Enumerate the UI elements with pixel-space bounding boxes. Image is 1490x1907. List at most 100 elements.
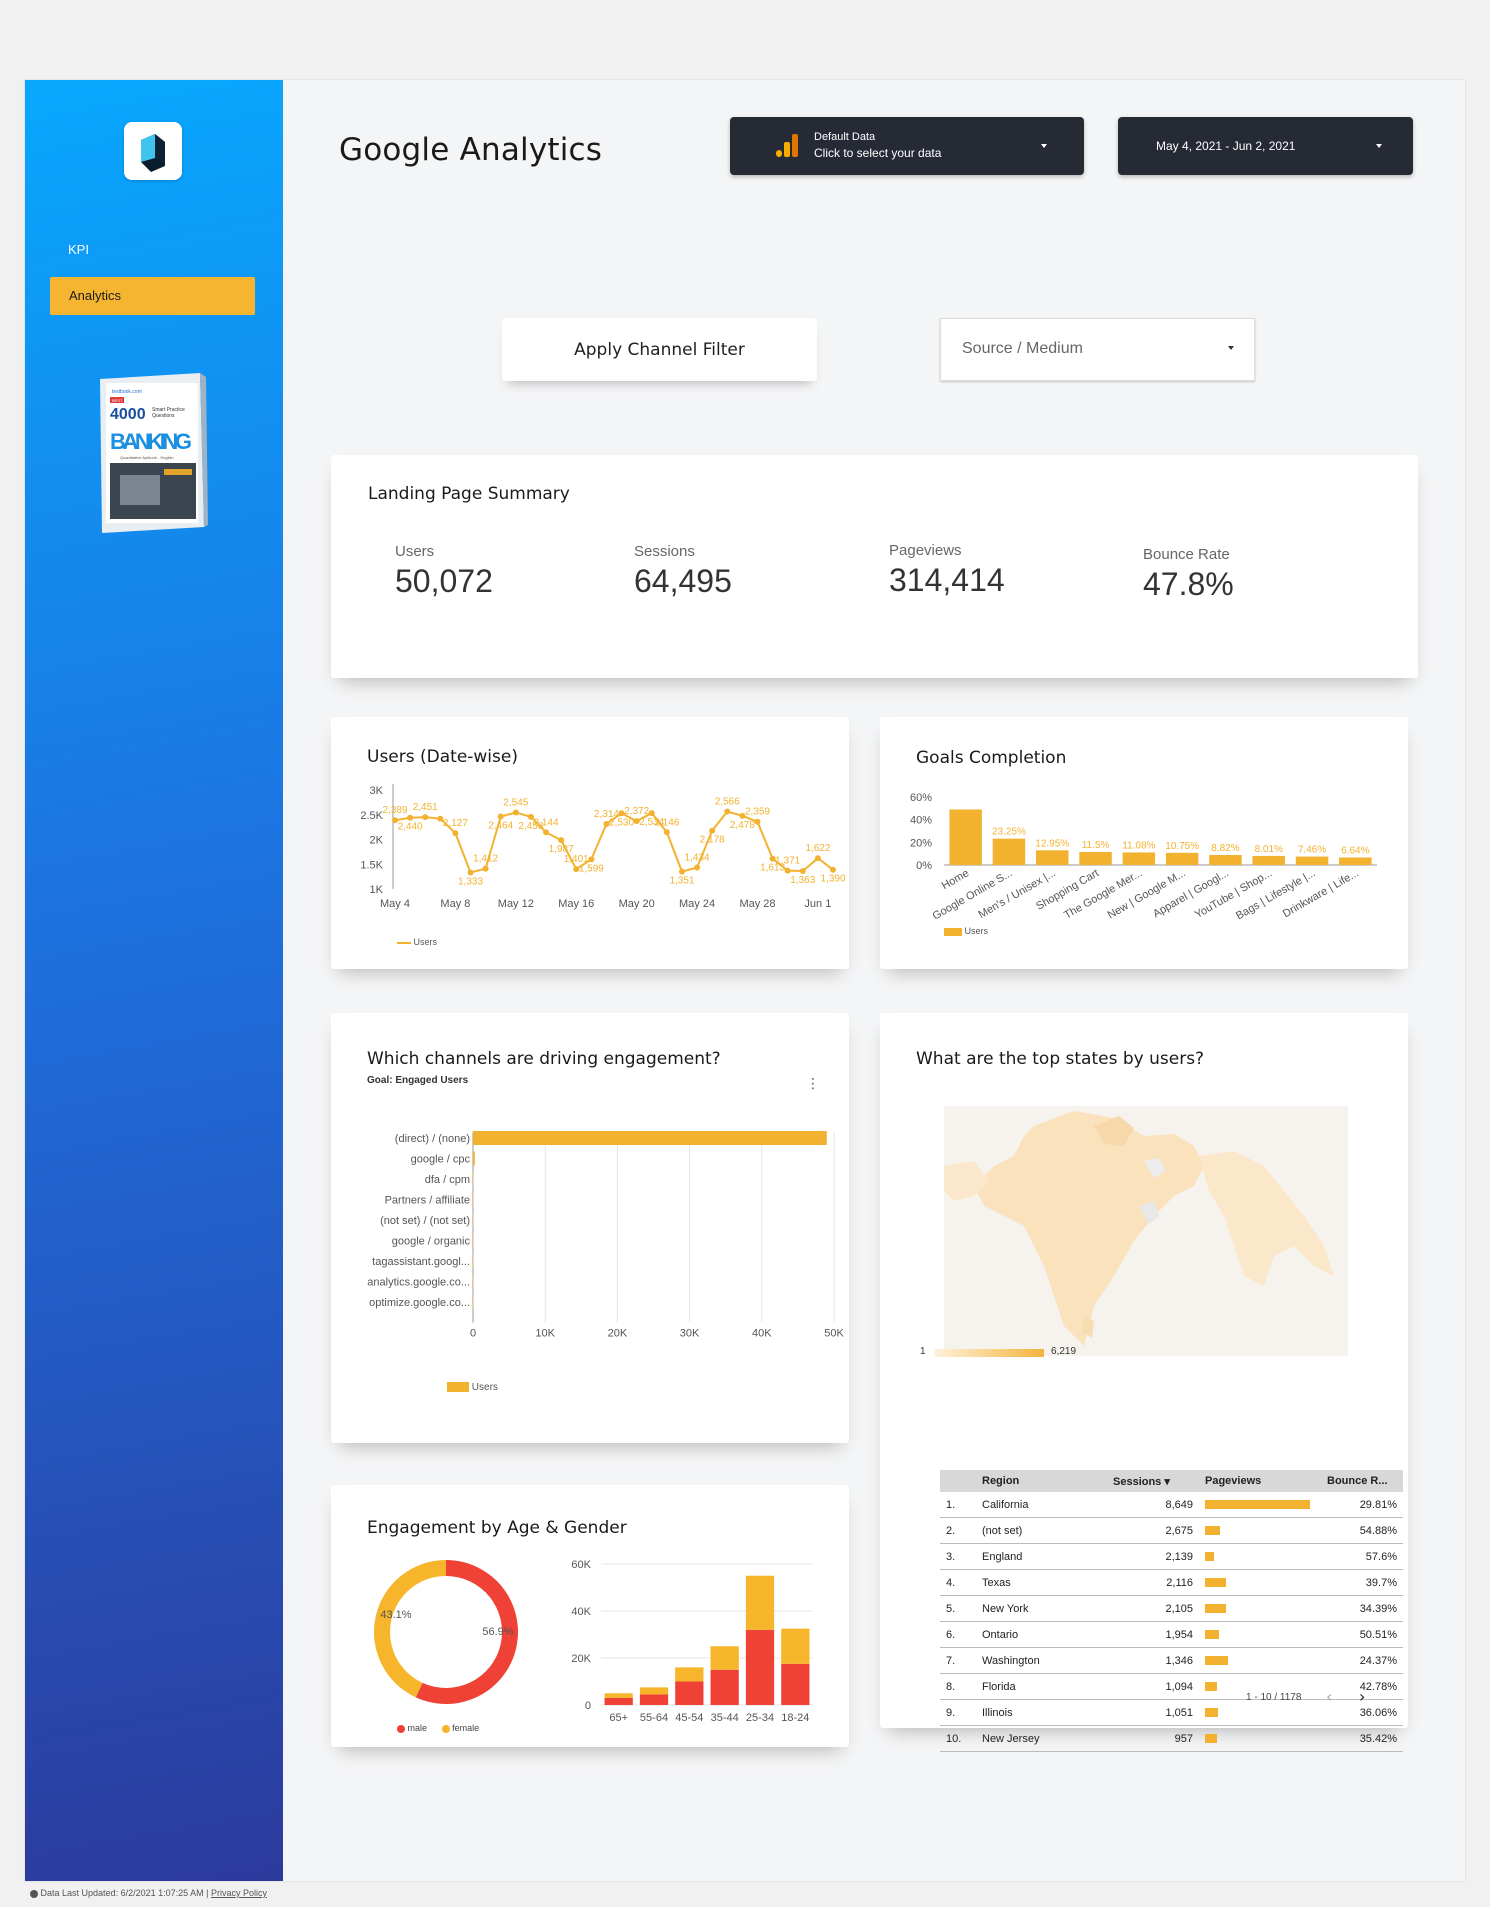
age-stacked-bar-chart[interactable]: 0 20K 40K 60K 65+ 55-64 45-54 35-44 25-34 18-24 bbox=[531, 1545, 831, 1745]
x-tick-label: May 12 bbox=[498, 898, 534, 910]
apply-channel-filter-button[interactable]: Apply Channel Filter bbox=[502, 318, 817, 381]
row-region: New York bbox=[976, 1595, 1107, 1622]
x-tick-label: Home bbox=[940, 867, 971, 892]
x-tick-label: 18-24 bbox=[781, 1712, 809, 1724]
x-tick-label: Bags | Lifestyle |... bbox=[1234, 867, 1317, 922]
row-pageviews bbox=[1199, 1725, 1321, 1752]
goal-bar bbox=[1339, 857, 1372, 865]
dropdown-label: Source / Medium bbox=[962, 340, 1083, 357]
table-row[interactable]: 4. Texas 2,116 39.7% bbox=[940, 1569, 1403, 1596]
pagination-label: 1 - 10 / 1178 bbox=[1246, 1692, 1302, 1703]
table-row[interactable]: 6. Ontario 1,954 50.51% bbox=[940, 1621, 1403, 1648]
table-row[interactable]: 5. New York 2,105 34.39% bbox=[940, 1595, 1403, 1622]
metric-pageviews-value: 314,414 bbox=[889, 562, 1005, 598]
users-datewise-card: Users (Date-wise) 1K 1.5K 2K 2.5K 3K May 4 May… bbox=[331, 717, 849, 969]
data-label: 1,390 bbox=[820, 874, 845, 885]
x-tick-label: May 20 bbox=[619, 898, 655, 910]
row-region: (not set) bbox=[976, 1517, 1107, 1544]
book-title: BANKING bbox=[110, 429, 192, 454]
y-tick-label: 60K bbox=[571, 1559, 591, 1571]
data-label: 1,599 bbox=[579, 863, 604, 874]
data-point bbox=[543, 829, 550, 836]
sidebar-item-analytics[interactable]: Analytics bbox=[50, 277, 255, 315]
row-sessions: 1,051 bbox=[1107, 1699, 1199, 1726]
data-label: 8.82% bbox=[1211, 843, 1239, 854]
data-label: 1,371 bbox=[775, 856, 800, 867]
data-label: 1,622 bbox=[805, 843, 830, 854]
data-point bbox=[648, 810, 655, 817]
privacy-policy-link[interactable]: Privacy Policy bbox=[211, 1888, 267, 1898]
goal-bar bbox=[1122, 852, 1156, 865]
category-label: dfa / cpm bbox=[425, 1174, 470, 1186]
channels-engagement-card: Which channels are driving engagement? G… bbox=[331, 1013, 849, 1443]
users-legend: Users bbox=[397, 937, 437, 947]
data-label: 2,389 bbox=[382, 805, 407, 816]
row-sessions: 2,139 bbox=[1107, 1543, 1199, 1570]
pageviews-bar bbox=[1205, 1526, 1220, 1535]
users-line-chart[interactable]: 1K 1.5K 2K 2.5K 3K May 4 May 8 May 12 May 16 May … bbox=[331, 717, 849, 969]
table-row[interactable]: 3. England 2,139 57.6% bbox=[940, 1543, 1403, 1570]
table-header-sessions[interactable]: Sessions ▾ bbox=[1107, 1470, 1199, 1492]
table-row[interactable]: 1. California 8,649 29.81% bbox=[940, 1492, 1403, 1518]
states-map[interactable] bbox=[944, 1106, 1348, 1356]
goal-bar bbox=[1209, 855, 1242, 865]
row-pageviews bbox=[1199, 1543, 1321, 1570]
row-index: 10. bbox=[940, 1725, 976, 1752]
prev-page-icon[interactable]: ‹ bbox=[1326, 1687, 1332, 1706]
row-pageviews bbox=[1199, 1647, 1321, 1674]
table-row[interactable]: 7. Washington 1,346 24.37% bbox=[940, 1647, 1403, 1674]
table-header-pageviews[interactable]: Pageviews bbox=[1199, 1470, 1321, 1492]
book-badge: BEST bbox=[112, 398, 123, 403]
gender-legend: male female bbox=[397, 1723, 479, 1733]
row-bounce-rate: 35.42% bbox=[1321, 1725, 1403, 1752]
channels-legend-label: Users bbox=[471, 1382, 498, 1393]
row-index: 7. bbox=[940, 1647, 976, 1674]
channels-bar-chart[interactable]: 0 10K 20K 30K 40K 50K (direct) / (none) google … bbox=[331, 1013, 849, 1443]
table-header-bounce[interactable]: Bounce R... bbox=[1321, 1470, 1403, 1492]
table-header-region[interactable]: Region bbox=[976, 1470, 1107, 1492]
goal-bar bbox=[949, 809, 982, 865]
sidebar-item-kpi[interactable]: KPI bbox=[68, 242, 89, 257]
data-source-selector[interactable]: Default Data Click to select your data bbox=[730, 117, 1084, 175]
states-table: Region Sessions ▾ Pageviews Bounce R... … bbox=[940, 1470, 1403, 1752]
category-label: tagassistant.googl... bbox=[372, 1256, 470, 1268]
page-title: Google Analytics bbox=[339, 132, 603, 168]
apply-filter-label: Apply Channel Filter bbox=[574, 340, 745, 360]
y-tick-label: 1K bbox=[370, 884, 384, 896]
category-label: optimize.google.co... bbox=[369, 1297, 470, 1309]
row-index: 2. bbox=[940, 1517, 976, 1544]
book-cover-image[interactable]: testbook.com BEST 4000 Smart Practice Qu… bbox=[90, 367, 210, 537]
next-page-icon[interactable]: › bbox=[1359, 1687, 1365, 1706]
goals-legend-label: Users bbox=[964, 926, 989, 936]
table-row[interactable]: 10. New Jersey 957 35.42% bbox=[940, 1725, 1403, 1752]
brand-logo[interactable] bbox=[124, 122, 182, 180]
goal-bar bbox=[1079, 851, 1112, 865]
table-row[interactable]: 8. Florida 1,094 42.78% bbox=[940, 1673, 1403, 1700]
data-point bbox=[497, 813, 504, 820]
data-label: 2,478 bbox=[730, 820, 755, 831]
channels-legend: Users bbox=[447, 1382, 498, 1393]
data-label: 23.25% bbox=[992, 827, 1026, 838]
book-tagline: Quantitative Aptitude - English bbox=[120, 455, 174, 460]
goal-bar bbox=[992, 838, 1026, 865]
row-sessions: 2,116 bbox=[1107, 1569, 1199, 1596]
data-label: 2,359 bbox=[745, 807, 770, 818]
data-point bbox=[452, 830, 459, 837]
male-swatch bbox=[397, 1724, 405, 1733]
source-medium-dropdown[interactable]: Source / Medium bbox=[940, 318, 1255, 381]
dashboard-page: KPI Analytics testbook.com BEST 4000 Sma… bbox=[25, 80, 1465, 1881]
table-row[interactable]: 9. Illinois 1,051 36.06% bbox=[940, 1699, 1403, 1726]
row-sessions: 1,346 bbox=[1107, 1647, 1199, 1674]
x-tick-label: 0 bbox=[470, 1328, 476, 1340]
row-pageviews bbox=[1199, 1699, 1321, 1726]
legend-swatch bbox=[447, 1382, 469, 1393]
gender-donut-chart[interactable]: 56.9% 43.1% bbox=[361, 1545, 531, 1745]
slice-female bbox=[374, 1560, 446, 1698]
goal-bar bbox=[1036, 850, 1069, 865]
row-pageviews bbox=[1199, 1569, 1321, 1596]
data-point bbox=[663, 829, 670, 836]
table-row[interactable]: 2. (not set) 2,675 54.88% bbox=[940, 1517, 1403, 1544]
row-region: Ontario bbox=[976, 1621, 1107, 1648]
bar-female bbox=[745, 1575, 775, 1630]
date-range-picker[interactable]: May 4, 2021 - Jun 2, 2021 bbox=[1118, 117, 1413, 175]
